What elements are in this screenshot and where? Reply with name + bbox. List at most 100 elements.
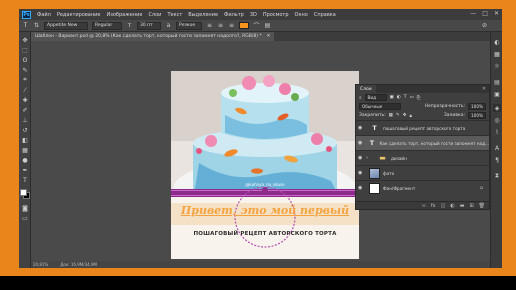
healing-tool-icon[interactable]: ✚	[21, 96, 29, 104]
close-panel-icon[interactable]: ✕	[482, 86, 486, 92]
layer-row[interactable]: ◉ T пошаговый рецепт авторского торта	[356, 120, 489, 135]
visibility-eye-icon[interactable]: ◉	[358, 140, 365, 146]
properties-panel-icon[interactable]: ▤	[493, 78, 501, 86]
layers-panel-icon[interactable]: ◈	[493, 104, 501, 112]
adjustments-panel-icon[interactable]: ☼	[493, 62, 501, 70]
adjustment-layer-icon[interactable]: ◐	[450, 203, 454, 209]
eraser-tool-icon[interactable]: ◧	[21, 136, 29, 144]
photoshop-logo: Ps	[22, 10, 31, 19]
visibility-eye-icon[interactable]: ◉	[358, 125, 366, 131]
close-tab-icon[interactable]: ✕	[267, 34, 271, 39]
filter-smart-icon[interactable]: ⎘	[417, 95, 421, 101]
new-group-icon[interactable]: ▬	[460, 203, 465, 209]
history-panel-icon[interactable]: ⧗	[493, 172, 501, 180]
marquee-tool-icon[interactable]: ⬚	[21, 46, 29, 54]
text-color-swatch[interactable]	[239, 22, 249, 29]
lock-paint-icon[interactable]: ✎	[396, 113, 400, 118]
lock-pixels-icon[interactable]: ▦	[389, 113, 393, 118]
font-style-select[interactable]: Regular	[92, 21, 122, 30]
blend-mode-select[interactable]: Обычные	[359, 103, 401, 110]
kind-filter-select[interactable]: Вид	[364, 94, 387, 101]
menu-image[interactable]: Изображение	[106, 12, 142, 18]
filter-shape-icon[interactable]: ▭	[409, 95, 413, 100]
menu-view[interactable]: Просмотр	[263, 12, 289, 18]
orange-frame-left	[0, 0, 19, 276]
opacity-input[interactable]: 100%	[468, 103, 486, 110]
close-icon[interactable]: ✕	[494, 10, 499, 17]
lock-row: Закрепить: ▦ ✎ ✥ 🔒︎ Заливка: 100%	[356, 111, 489, 120]
menu-type[interactable]: Текст	[167, 12, 182, 18]
visibility-eye-icon[interactable]: ◉	[358, 185, 366, 191]
document-canvas[interactable]: @kuhnya_na_vkuse Привет, это мой первый …	[171, 71, 359, 259]
menu-filter[interactable]: Фильтр	[224, 12, 244, 18]
eyedropper-tool-icon[interactable]: ⁄	[21, 86, 29, 94]
add-mask-icon[interactable]: ◫	[441, 203, 446, 209]
stamp-tool-icon[interactable]: ⊥	[21, 116, 29, 124]
warp-text-icon[interactable]: ⌒	[253, 22, 260, 30]
layer-row[interactable]: ◉ Фон/Фрагмент ⌂	[356, 180, 489, 195]
antialias-select[interactable]: Резкое	[176, 21, 202, 30]
blur-tool-icon[interactable]: ●	[21, 156, 29, 164]
quick-mask-icon[interactable]: ◙	[21, 204, 29, 212]
crop-tool-icon[interactable]: ⌗	[21, 76, 29, 84]
fill-input[interactable]: 100%	[468, 112, 486, 119]
filter-adjust-icon[interactable]: ◐	[397, 95, 401, 100]
document-size: Док: 16,9M/34,9M	[60, 262, 97, 267]
headline-text[interactable]: Привет, это мой первый	[171, 204, 359, 217]
libraries-panel-icon[interactable]: ▣	[493, 90, 501, 98]
zoom-level[interactable]: 20,81%	[33, 262, 48, 267]
type-tool-icon[interactable]: T	[21, 176, 29, 184]
align-center-icon[interactable]: ≡	[217, 22, 224, 29]
menu-window[interactable]: Окно	[295, 12, 308, 18]
menu-3d[interactable]: 3D	[250, 12, 257, 18]
character-panel-icon[interactable]: ▤	[264, 22, 271, 29]
menu-file[interactable]: Файл	[37, 12, 51, 18]
character-panel-icon[interactable]: A	[493, 144, 501, 152]
lasso-tool-icon[interactable]: ʘ	[21, 56, 29, 64]
align-left-icon[interactable]: ≡	[206, 22, 213, 29]
channels-panel-icon[interactable]: ◎	[493, 116, 501, 124]
filter-pixel-icon[interactable]: ▣	[390, 95, 394, 100]
visibility-eye-icon[interactable]: ◉	[358, 155, 366, 161]
brush-tool-icon[interactable]: ✐	[21, 106, 29, 114]
color-panel-icon[interactable]: ◐	[493, 38, 501, 46]
lock-position-icon[interactable]: ✥	[403, 113, 407, 118]
move-tool-icon[interactable]: ✥	[21, 36, 29, 44]
gradient-tool-icon[interactable]: ▦	[21, 146, 29, 154]
filter-type-icon[interactable]: T	[404, 95, 407, 100]
menu-layers[interactable]: Слои	[148, 12, 161, 18]
visibility-eye-icon[interactable]: ◉	[358, 170, 366, 176]
lock-all-icon[interactable]: 🔒︎	[409, 113, 411, 119]
layer-row[interactable]: ◉ фото	[356, 165, 489, 180]
maximize-icon[interactable]: □	[482, 10, 488, 17]
cancel-icon[interactable]: ⊘	[481, 22, 488, 29]
delete-layer-icon[interactable]: 🗑︎	[479, 203, 485, 209]
screen-mode-icon[interactable]: ▭	[21, 214, 29, 222]
subtitle-text[interactable]: ПОШАГОВЫЙ РЕЦЕПТ АВТОРСКОГО ТОРТА	[171, 231, 359, 237]
paragraph-panel-icon[interactable]: ¶	[493, 156, 501, 164]
expand-arrow-icon[interactable]: ›	[366, 155, 374, 161]
document-tab[interactable]: Шаблон - Вариант.psd @ 20,8% (Как сделат…	[31, 32, 275, 41]
history-brush-icon[interactable]: ↺	[21, 126, 29, 134]
link-layers-icon[interactable]: ∞	[422, 203, 426, 209]
minimize-icon[interactable]: —	[470, 10, 476, 17]
layer-row[interactable]: ◉ › ▬ дизайн	[356, 150, 489, 165]
menu-edit[interactable]: Редактирование	[57, 12, 101, 18]
layer-row-selected[interactable]: ◉ T Как сделать торт, который гости запо…	[356, 135, 489, 150]
font-size-select[interactable]: 30 пт	[137, 21, 161, 30]
new-layer-icon[interactable]: ⊞	[469, 203, 473, 209]
swatches-panel-icon[interactable]: ▦	[493, 50, 501, 58]
paths-panel-icon[interactable]: ⌇	[493, 128, 501, 136]
menu-help[interactable]: Справка	[314, 12, 336, 18]
layers-tab[interactable]: Слои	[356, 85, 376, 93]
align-right-icon[interactable]: ≡	[228, 22, 235, 29]
font-size-icon: т	[127, 22, 132, 29]
foreground-color-swatch[interactable]	[20, 189, 27, 196]
menu-select[interactable]: Выделение	[188, 12, 218, 18]
pen-tool-icon[interactable]: ✒	[21, 166, 29, 174]
text-orientation-icon[interactable]: ⇅	[33, 22, 40, 29]
type-tool-icon[interactable]: T	[22, 22, 29, 29]
layer-style-icon[interactable]: fx	[431, 203, 436, 209]
quick-select-tool-icon[interactable]: ✎	[21, 66, 29, 74]
font-family-select[interactable]: Appetite New	[44, 21, 88, 30]
